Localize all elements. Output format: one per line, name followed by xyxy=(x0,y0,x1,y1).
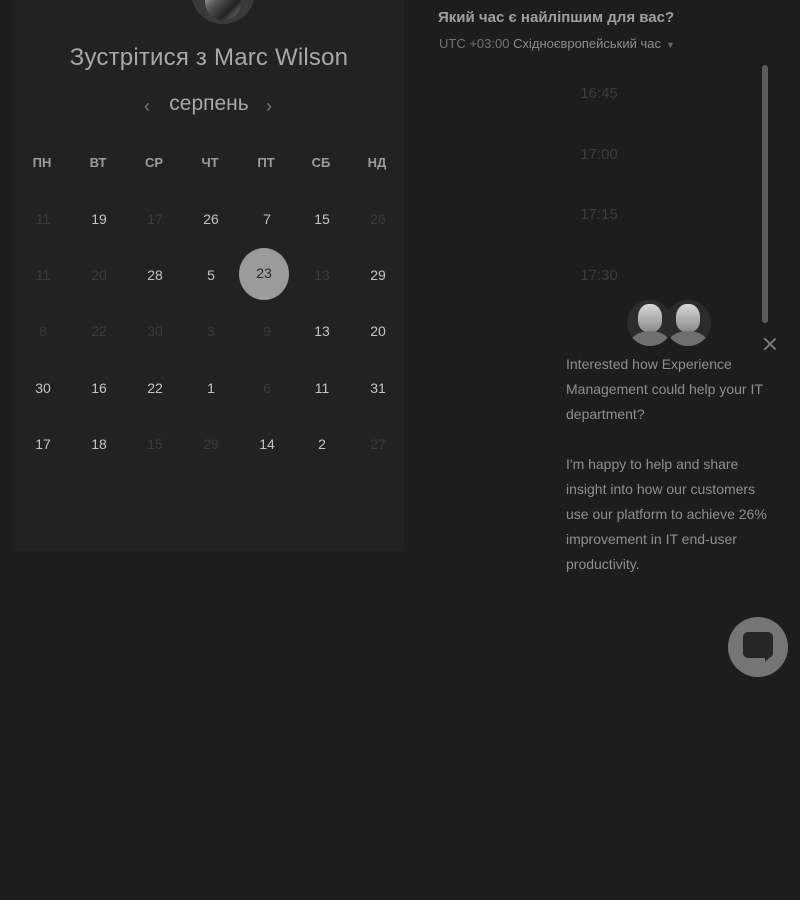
timezone-name: Східноєвропейський час xyxy=(513,36,661,51)
calendar-day: 20 xyxy=(91,267,107,283)
chat-bubble-icon xyxy=(743,632,773,662)
chat-message: Interested how Experience Management cou… xyxy=(566,356,763,422)
chat-launcher-button[interactable] xyxy=(728,617,788,677)
weekday-label: ПТ xyxy=(257,155,275,170)
timezone-offset: UTC +03:00 xyxy=(439,36,510,51)
weekday-label: СР xyxy=(144,155,164,170)
meeting-title: Зустрітися з Marc Wilson xyxy=(69,44,349,71)
calendar-day[interactable]: 13 xyxy=(302,323,342,339)
timezone-selector[interactable]: UTC +03:00 Східноєвропейський час ▼ xyxy=(439,36,675,51)
calendar-day: 26 xyxy=(370,211,386,227)
calendar-day[interactable]: 30 xyxy=(23,380,63,396)
calendar-day: 3 xyxy=(207,323,215,339)
calendar-day[interactable]: 28 xyxy=(135,267,175,283)
weekday-label: ВТ xyxy=(89,155,107,170)
caret-down-icon: ▼ xyxy=(665,40,675,50)
calendar-day[interactable]: 5 xyxy=(191,267,231,283)
calendar-day[interactable]: 31 xyxy=(358,380,398,396)
calendar-day[interactable]: 16 xyxy=(79,380,119,396)
time-slot[interactable]: 17:00 xyxy=(449,131,749,179)
month-label: серпень xyxy=(169,92,249,115)
calendar-day[interactable]: 22 xyxy=(135,380,175,396)
close-icon[interactable] xyxy=(762,336,778,352)
calendar-day[interactable]: 15 xyxy=(302,211,342,227)
calendar-day[interactable]: 29 xyxy=(358,267,398,283)
time-slot[interactable]: 16:45 xyxy=(449,70,749,118)
calendar-day: 17 xyxy=(147,211,163,227)
day-selected[interactable]: 23 xyxy=(239,248,289,300)
calendar-day[interactable]: 26 xyxy=(191,211,231,227)
weekday-label: ПН xyxy=(32,155,52,170)
chat-message: I'm happy to help and share insight into… xyxy=(566,456,767,572)
weekday-label: ЧТ xyxy=(201,155,219,170)
calendar-day: 8 xyxy=(39,323,47,339)
scrollbar[interactable] xyxy=(762,65,768,323)
calendar-day: 15 xyxy=(147,436,163,452)
calendar-day[interactable]: 14 xyxy=(247,436,287,452)
calendar-day[interactable]: 1 xyxy=(191,380,231,396)
calendar-day[interactable]: 7 xyxy=(247,211,287,227)
time-question: Який час є найліпшим для вас? xyxy=(438,9,675,26)
calendar-day[interactable]: 17 xyxy=(23,436,63,452)
calendar-day[interactable]: 19 xyxy=(79,211,119,227)
calendar-day: 30 xyxy=(147,323,163,339)
host-avatar xyxy=(191,0,255,24)
calendar-day[interactable]: 18 xyxy=(79,436,119,452)
calendar-day: 22 xyxy=(91,323,107,339)
calendar-day: 9 xyxy=(263,323,271,339)
weekday-label: СБ xyxy=(311,155,331,170)
calendar-day: 11 xyxy=(35,267,51,283)
time-slot[interactable]: 17:30 xyxy=(449,252,749,300)
calendar-day: 11 xyxy=(35,211,51,227)
chat-avatars xyxy=(627,300,717,350)
calendar-day: 6 xyxy=(263,380,271,396)
calendar-day[interactable]: 2 xyxy=(302,436,342,452)
calendar-day: 29 xyxy=(203,436,219,452)
calendar-day: 13 xyxy=(314,267,330,283)
calendar-day[interactable]: 20 xyxy=(358,323,398,339)
next-month-icon[interactable]: › xyxy=(266,96,272,117)
agent-avatar xyxy=(665,300,711,346)
weekday-label: НД xyxy=(367,155,387,170)
time-slot[interactable]: 17:15 xyxy=(449,191,749,239)
calendar-day[interactable]: 11 xyxy=(302,380,342,396)
calendar-day: 27 xyxy=(370,436,386,452)
